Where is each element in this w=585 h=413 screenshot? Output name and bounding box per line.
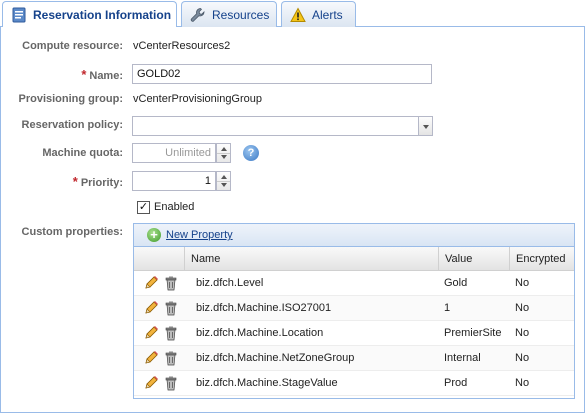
- provisioning-group-label: Provisioning group:: [18, 93, 124, 105]
- row-value-cell: Internal: [444, 352, 481, 364]
- table-row[interactable]: biz.dfch.Machine.ISO27001 1 No: [134, 296, 574, 321]
- priority-stepper[interactable]: 1: [132, 171, 231, 191]
- warning-icon: [290, 6, 306, 23]
- reservation-policy-select[interactable]: [132, 116, 433, 136]
- row-encrypted-cell: No: [515, 377, 530, 389]
- name-label: * Name:: [81, 67, 123, 82]
- row-value-cell: PremierSite: [444, 327, 502, 339]
- required-asterisk-icon: *: [72, 174, 78, 189]
- name-input[interactable]: GOLD02: [132, 64, 432, 84]
- table-row[interactable]: biz.dfch.Level Gold No: [134, 271, 574, 296]
- tab-alerts[interactable]: Alerts: [281, 1, 356, 27]
- tab-label: Reservation Information: [33, 8, 172, 22]
- quota-spinner[interactable]: [216, 143, 231, 163]
- priority-spinner[interactable]: [216, 171, 231, 191]
- add-icon[interactable]: +: [147, 228, 161, 242]
- reservation-information-panel: Compute resource: vCenterResources2 * Nam…: [0, 27, 585, 413]
- tab-bar: Reservation Information Resources Alerts: [0, 0, 585, 28]
- spinner-down-icon[interactable]: [221, 155, 227, 159]
- tab-label: Alerts: [312, 7, 343, 22]
- edit-icon[interactable]: [143, 350, 159, 366]
- row-name-cell: biz.dfch.Machine.Location: [196, 327, 324, 339]
- table-row[interactable]: biz.dfch.Machine.StageValue Prod No: [134, 371, 574, 396]
- trash-icon[interactable]: [163, 300, 179, 316]
- row-value-cell: Gold: [444, 277, 468, 289]
- provisioning-group-value: vCenterProvisioningGroup: [133, 93, 263, 105]
- row-encrypted-cell: No: [515, 352, 530, 364]
- column-header-encrypted[interactable]: Encrypted: [509, 247, 574, 271]
- table-row[interactable]: biz.dfch.Machine.NetZoneGroup Internal N…: [134, 346, 574, 371]
- spinner-up-icon[interactable]: [221, 175, 227, 179]
- tab-reservation-information[interactable]: Reservation Information: [2, 1, 177, 28]
- grid-header: Name Value Encrypted: [134, 247, 574, 271]
- row-name-cell: biz.dfch.Machine.StageValue: [196, 377, 338, 389]
- row-name-cell: biz.dfch.Machine.NetZoneGroup: [196, 352, 355, 364]
- enabled-label: Enabled: [154, 201, 195, 213]
- compute-resource-label: Compute resource:: [22, 40, 123, 52]
- tab-label: Resources: [212, 7, 270, 22]
- wrench-icon: [190, 7, 206, 23]
- custom-properties-label: Custom properties:: [21, 226, 123, 238]
- row-encrypted-cell: No: [515, 302, 530, 314]
- row-name-cell: biz.dfch.Machine.ISO27001: [196, 302, 332, 314]
- spinner-up-icon[interactable]: [221, 147, 227, 151]
- trash-icon[interactable]: [163, 275, 179, 291]
- row-encrypted-cell: No: [515, 327, 530, 339]
- spinner-down-icon[interactable]: [221, 183, 227, 187]
- edit-icon[interactable]: [143, 275, 159, 291]
- grid-toolbar: + New Property: [134, 224, 574, 247]
- row-value-cell: Prod: [444, 377, 468, 389]
- enabled-checkbox[interactable]: ✓: [137, 201, 150, 214]
- row-value-cell: 1: [444, 302, 451, 314]
- tab-resources[interactable]: Resources: [181, 1, 277, 27]
- new-property-link[interactable]: New Property: [166, 229, 233, 241]
- trash-icon[interactable]: [163, 325, 179, 341]
- edit-icon[interactable]: [143, 325, 159, 341]
- required-asterisk-icon: *: [81, 67, 87, 82]
- machine-quota-value: Unlimited: [165, 147, 211, 159]
- edit-icon[interactable]: [143, 300, 159, 316]
- edit-icon[interactable]: [143, 375, 159, 391]
- row-name-cell: biz.dfch.Level: [196, 277, 264, 289]
- reservation-policy-label: Reservation policy:: [21, 119, 123, 131]
- help-icon[interactable]: ?: [243, 145, 259, 161]
- trash-icon[interactable]: [163, 350, 179, 366]
- actions-column-header: [134, 247, 184, 271]
- trash-icon[interactable]: [163, 375, 179, 391]
- custom-properties-grid: + New Property Name Value Encrypted biz.…: [133, 223, 575, 399]
- column-header-value[interactable]: Value: [438, 247, 509, 271]
- column-header-name[interactable]: Name: [184, 247, 438, 271]
- priority-label: * Priority:: [72, 174, 123, 189]
- priority-value: 1: [204, 175, 211, 187]
- document-icon: [11, 7, 27, 23]
- row-encrypted-cell: No: [515, 277, 530, 289]
- chevron-down-icon[interactable]: [418, 116, 433, 136]
- machine-quota-stepper[interactable]: Unlimited: [132, 143, 231, 163]
- machine-quota-label: Machine quota:: [42, 147, 123, 159]
- table-row[interactable]: biz.dfch.Machine.Location PremierSite No: [134, 321, 574, 346]
- compute-resource-value: vCenterResources2: [133, 40, 231, 52]
